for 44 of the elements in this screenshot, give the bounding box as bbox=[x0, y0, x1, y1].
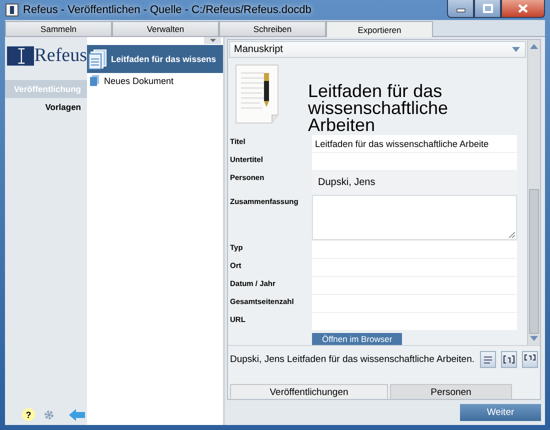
document-item[interactable]: Neues Dokument bbox=[87, 73, 223, 88]
app-icon bbox=[5, 3, 19, 17]
help-button[interactable]: ? bbox=[22, 408, 35, 421]
persons-field[interactable]: Dupski, Jens bbox=[312, 171, 517, 194]
minimize-button[interactable] bbox=[447, 0, 474, 18]
resize-grip-icon bbox=[509, 232, 515, 238]
citation-style-button[interactable] bbox=[500, 350, 517, 368]
citation-style-button[interactable] bbox=[480, 350, 496, 368]
scrollbar[interactable] bbox=[527, 40, 540, 345]
citation-style-button[interactable] bbox=[522, 350, 538, 368]
scroll-down-icon bbox=[530, 336, 538, 341]
nav-item[interactable]: Vorlagen bbox=[5, 98, 87, 116]
scroll-up-icon bbox=[530, 44, 538, 49]
tab[interactable]: Sammeln bbox=[5, 21, 112, 36]
list-dropdown-button[interactable] bbox=[204, 37, 221, 44]
maximize-button[interactable] bbox=[474, 0, 501, 18]
document-pen-icon bbox=[234, 63, 280, 125]
input-field[interactable]: Leitfaden für das wissenschaftliche Arbeite bbox=[312, 135, 517, 152]
close-button[interactable] bbox=[501, 0, 545, 18]
window-title: Refeus - Veröffentlichen - Quelle - C:/Refeus/Refeus.docdb bbox=[23, 4, 312, 16]
tab[interactable]: Verwalten bbox=[112, 21, 219, 36]
close-icon bbox=[518, 4, 528, 13]
caret-icon bbox=[210, 39, 216, 42]
text-area[interactable] bbox=[312, 195, 517, 240]
document-icon bbox=[89, 75, 100, 86]
logo-text: Refeus bbox=[34, 45, 87, 67]
template-dropdown[interactable]: Manuskript bbox=[229, 41, 526, 58]
maximize-icon bbox=[482, 4, 492, 13]
caret-icon bbox=[512, 47, 520, 52]
open-in-browser-button[interactable]: Öffnen im Browser bbox=[312, 333, 402, 345]
tab[interactable]: Personen bbox=[390, 384, 512, 399]
tab[interactable]: Exportieren bbox=[326, 21, 433, 37]
input-field[interactable] bbox=[312, 241, 517, 258]
tab[interactable]: Veröffentlichungen bbox=[230, 384, 388, 399]
logo-mark-icon bbox=[7, 44, 34, 68]
settings-icon bbox=[43, 408, 55, 420]
document-stack-icon bbox=[88, 48, 108, 70]
document-item[interactable]: Leitfaden für das wissens bbox=[87, 45, 223, 73]
tab[interactable]: Schreiben bbox=[219, 21, 326, 36]
back-arrow-icon[interactable] bbox=[69, 408, 85, 420]
document-heading: Leitfaden für das wissenschaftliche Arbeiten bbox=[308, 83, 450, 134]
citation-text: Dupski, Jens Leitfaden für das wissenschaftliche Arbeiten. bbox=[230, 354, 474, 364]
bracket-one-icon bbox=[502, 353, 515, 365]
next-button[interactable]: Weiter bbox=[460, 404, 541, 421]
